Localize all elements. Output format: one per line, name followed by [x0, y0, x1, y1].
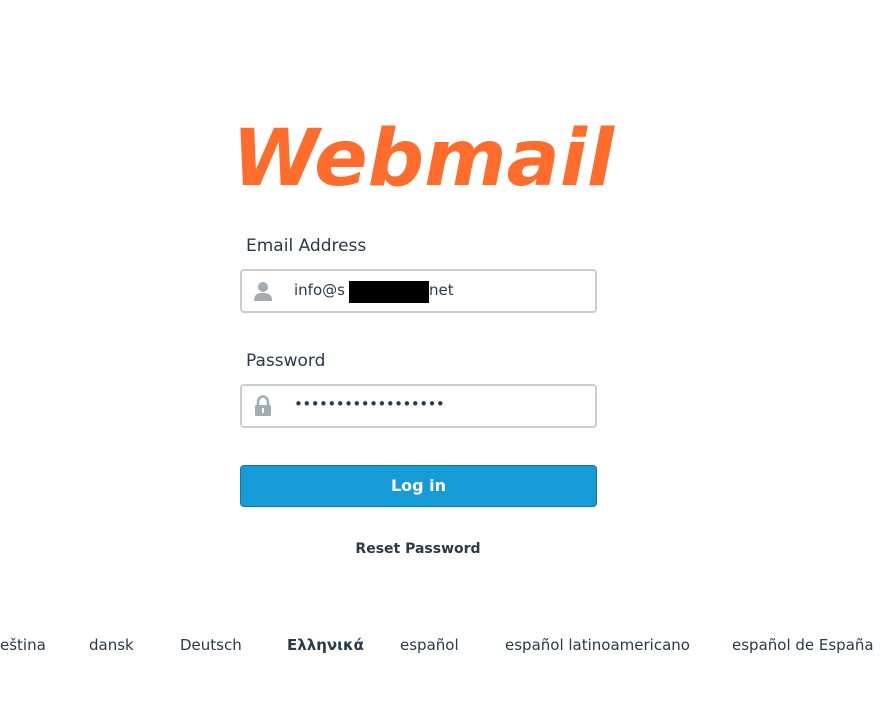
- password-value: ••••••••••••••••••: [294, 395, 445, 413]
- login-button[interactable]: Log in: [240, 465, 597, 507]
- email-value-suffix: net: [429, 281, 454, 299]
- language-espanol-latam[interactable]: español latinoamericano: [505, 636, 690, 654]
- language-espanol-espana[interactable]: español de España: [732, 636, 874, 654]
- language-deutsch[interactable]: Deutsch: [180, 636, 242, 654]
- language-cestina[interactable]: eština: [0, 636, 46, 654]
- language-dansk[interactable]: dansk: [89, 636, 134, 654]
- password-label: Password: [246, 351, 326, 371]
- user-icon: [254, 282, 272, 301]
- login-page: Webmail Email Address info@s net Passwor…: [0, 0, 891, 705]
- language-greek[interactable]: Ελληνικά: [287, 636, 364, 654]
- email-value-prefix: info@s: [294, 281, 345, 299]
- language-espanol[interactable]: español: [400, 636, 459, 654]
- password-field[interactable]: ••••••••••••••••••: [240, 384, 597, 428]
- reset-password-link[interactable]: Reset Password: [340, 541, 496, 557]
- language-bar: eština dansk Deutsch Ελληνικά español es…: [0, 636, 891, 658]
- redaction-bar: [349, 281, 429, 303]
- logo-text: Webmail: [232, 114, 615, 202]
- email-label: Email Address: [246, 236, 367, 256]
- webmail-logo: Webmail: [226, 112, 626, 202]
- lock-icon: [255, 395, 271, 416]
- email-field[interactable]: info@s net: [240, 269, 597, 313]
